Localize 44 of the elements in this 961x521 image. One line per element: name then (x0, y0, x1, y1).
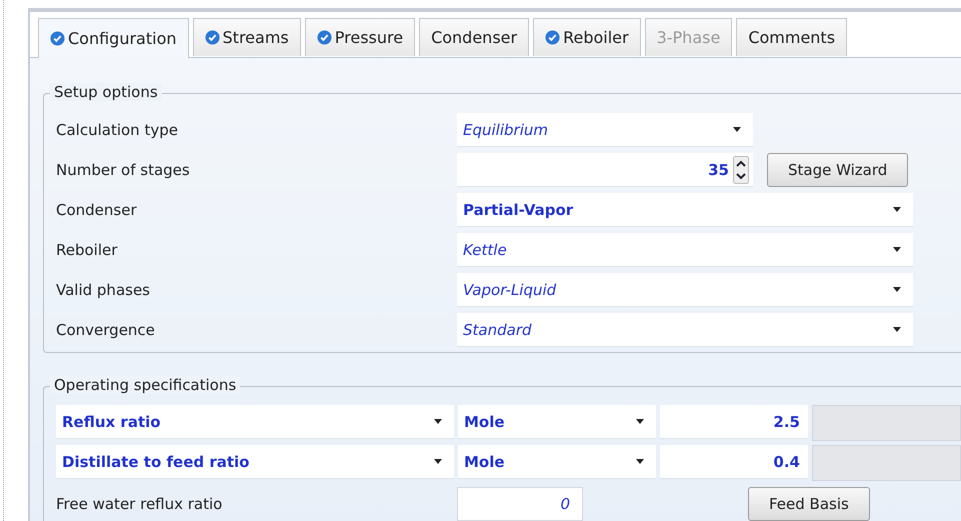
dropdown[interactable]: Partial-Vapor (457, 193, 913, 227)
check-circle-icon (316, 30, 332, 45)
spec-dropdown[interactable]: Reflux ratio (56, 405, 454, 439)
dropdown[interactable]: Standard (457, 313, 913, 347)
tab[interactable]: Streams (192, 18, 301, 56)
feed-basis-button[interactable]: Feed Basis (748, 487, 870, 521)
dropdown-caret-icon (733, 127, 741, 132)
dropdown-caret-icon (893, 247, 901, 252)
basis-dropdown[interactable]: Mole (458, 445, 656, 479)
tab[interactable]: Condenser (419, 18, 530, 56)
dropdown-caret-icon (893, 207, 901, 212)
dropdown-caret-icon (893, 287, 901, 292)
value-field[interactable]: 0.4 (660, 445, 808, 479)
check-circle-icon (204, 30, 220, 45)
field-label: Reboiler (56, 241, 118, 259)
dropdown[interactable]: Vapor-Liquid (457, 273, 913, 307)
tab[interactable]: Reboiler (533, 18, 641, 56)
stage-wizard-button[interactable]: Stage Wizard (767, 153, 908, 187)
basis-dropdown[interactable]: Mole (458, 405, 656, 439)
spec-dropdown[interactable]: Distillate to feed ratio (56, 445, 454, 479)
dropdown[interactable]: Kettle (457, 233, 913, 267)
field-label: Valid phases (56, 281, 151, 299)
spinner-arrows-icon[interactable] (733, 156, 749, 184)
dropdown[interactable]: Equilibrium (457, 113, 753, 147)
field-label: Convergence (56, 321, 156, 339)
spinner-field[interactable]: 35 (457, 153, 753, 187)
dropdown-caret-icon (636, 459, 644, 464)
check-circle-icon (545, 30, 560, 45)
value-field[interactable]: 2.5 (660, 405, 808, 439)
input-field[interactable]: 0 (457, 487, 583, 521)
tab[interactable]: Pressure (304, 18, 416, 56)
dropdown-caret-icon (434, 419, 442, 424)
field-label: Condenser (56, 201, 138, 219)
dropdown-caret-icon (434, 459, 442, 464)
check-circle-icon (50, 31, 65, 46)
group-title: Operating specifications (50, 376, 240, 394)
field-label: Free water reflux ratio (56, 495, 224, 513)
field-label: Number of stages (56, 161, 191, 179)
tab[interactable]: Configuration (38, 18, 189, 58)
field-label: Calculation type (56, 121, 179, 139)
dropdown-caret-icon (636, 419, 644, 424)
tab[interactable]: Comments (736, 18, 848, 56)
dropdown-caret-icon (893, 327, 901, 332)
group-title: Setup options (50, 83, 162, 101)
